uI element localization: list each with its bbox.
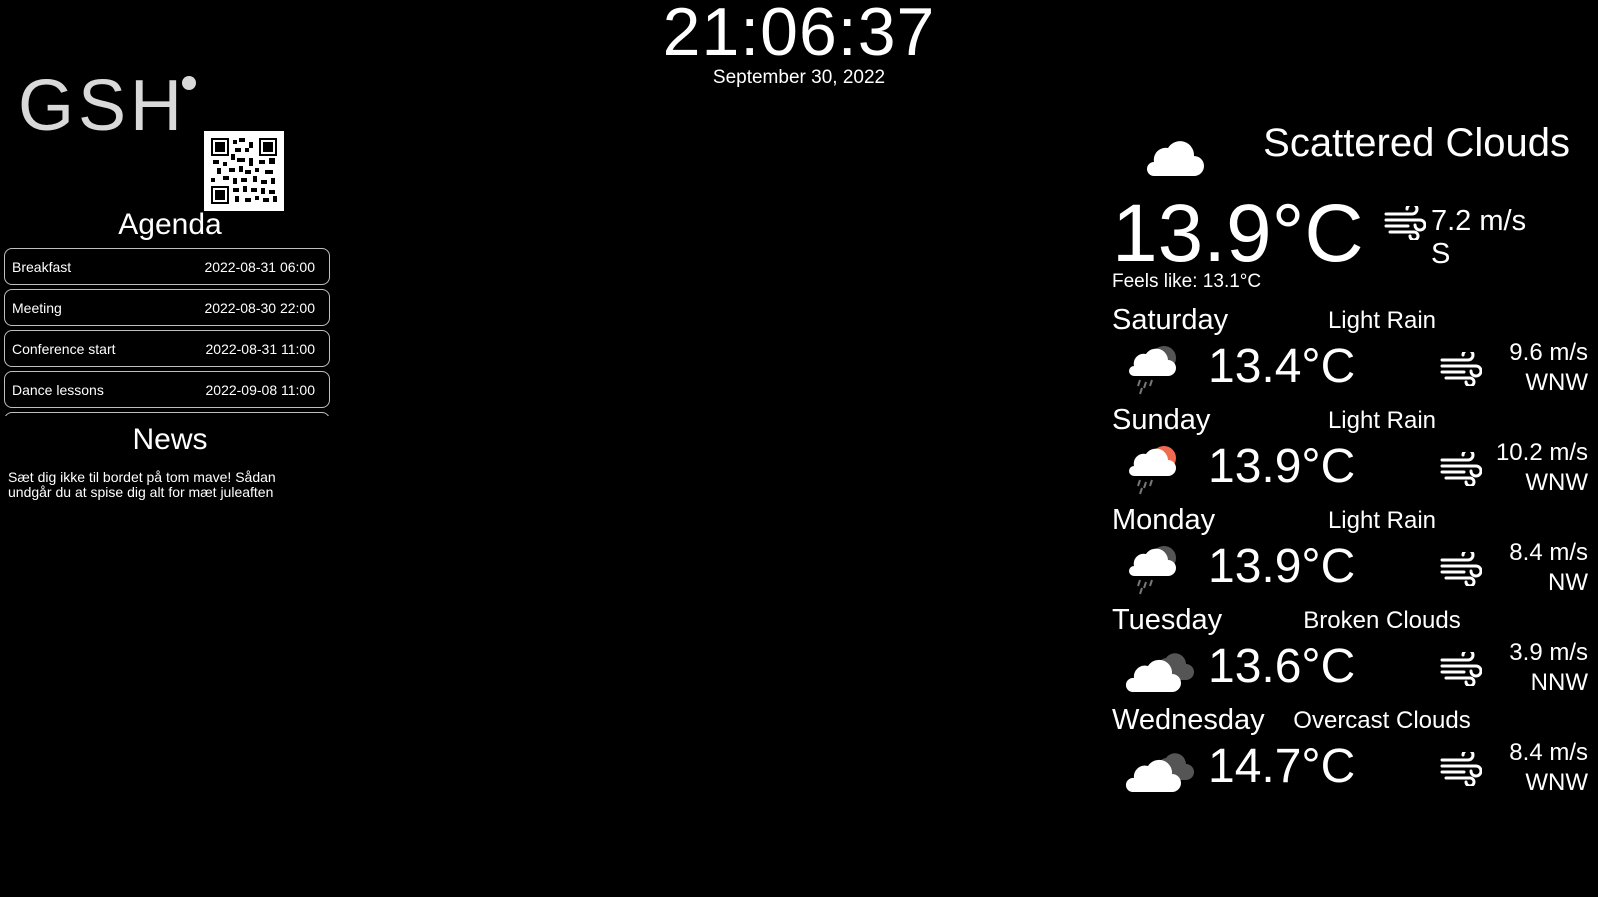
agenda-item-time: 2022-09-08 11:00 [205, 381, 316, 398]
agenda-item-time: 2022-08-31 06:00 [204, 258, 315, 275]
forecast-day-name: Wednesday [1112, 704, 1265, 736]
agenda-list[interactable]: Breakfast 2022-08-31 06:00 Meeting 2022-… [4, 248, 330, 416]
cloud-icon [1142, 134, 1206, 183]
qr-code[interactable] [204, 131, 284, 211]
current-wind-direction: S [1431, 238, 1451, 270]
current-wind: 7.2 m/s S [1431, 205, 1526, 271]
rain-night-icon [1124, 340, 1188, 401]
forecast-wind: 8.4 m/s WNW [1509, 738, 1588, 798]
logo-text: GSH [18, 66, 187, 146]
forecast-wind-direction: WNW [1525, 369, 1588, 396]
forecast-day: Monday Light Rain 13.9°C 8.4 m/s NW [1112, 504, 1598, 604]
agenda-item-partial [4, 412, 330, 416]
news-headline[interactable]: Sæt dig ikke til bordet på tom mave! Såd… [8, 470, 308, 500]
agenda-item-name: Dance lessons [12, 381, 104, 398]
feels-like: Feels like: 13.1°C [1112, 271, 1262, 292]
forecast-wind: 10.2 m/s WNW [1496, 438, 1588, 498]
broken-clouds-icon [1124, 640, 1196, 701]
overcast-clouds-icon [1124, 740, 1196, 801]
news-title: News [132, 423, 208, 456]
forecast-temperature: 14.7°C [1208, 740, 1356, 793]
forecast-wind-direction: NW [1548, 569, 1588, 596]
agenda-item[interactable]: Meeting 2022-08-30 22:00 [4, 289, 330, 326]
agenda-item-time: 2022-08-30 22:00 [204, 299, 315, 316]
forecast-day-name: Monday [1112, 504, 1216, 536]
forecast-wind: 3.9 m/s NNW [1509, 638, 1588, 698]
agenda-item-name: Meeting [12, 299, 62, 316]
forecast-description: Light Rain [1327, 507, 1437, 534]
current-description: Scattered Clouds [1263, 121, 1570, 165]
current-wind-speed: 7.2 m/s [1431, 205, 1527, 237]
agenda-item-name: Conference start [12, 340, 116, 357]
wind-icon [1440, 648, 1483, 691]
agenda-item-time: 2022-08-31 11:00 [205, 340, 316, 357]
agenda-item-name: Breakfast [12, 258, 72, 275]
forecast-day-name: Sunday [1112, 404, 1211, 436]
rain-night-icon [1124, 540, 1188, 601]
forecast-description: Light Rain [1327, 407, 1437, 434]
forecast-wind: 8.4 m/s NW [1509, 538, 1588, 598]
forecast-wind-speed: 9.6 m/s [1509, 339, 1588, 366]
forecast-temperature: 13.9°C [1208, 440, 1356, 493]
forecast-day: Saturday Light Rain 13.4°C 9.6 m/s WNW [1112, 304, 1598, 404]
agenda-item[interactable]: Dance lessons 2022-09-08 11:00 [4, 371, 330, 408]
forecast-wind-direction: WNW [1525, 769, 1588, 796]
forecast-wind: 9.6 m/s WNW [1509, 338, 1588, 398]
forecast-wind-speed: 10.2 m/s [1495, 439, 1588, 466]
agenda-item[interactable]: Breakfast 2022-08-31 06:00 [4, 248, 330, 285]
forecast-wind-direction: NNW [1530, 669, 1588, 696]
wind-icon [1440, 448, 1483, 491]
forecast-day-name: Tuesday [1112, 604, 1223, 636]
forecast-wind-speed: 3.9 m/s [1509, 639, 1588, 666]
forecast-day-name: Saturday [1112, 304, 1229, 336]
agenda-item[interactable]: Conference start 2022-08-31 11:00 [4, 330, 330, 367]
forecast-description: Light Rain [1327, 307, 1437, 334]
forecast-wind-direction: WNW [1525, 469, 1588, 496]
forecast-temperature: 13.9°C [1208, 540, 1356, 593]
forecast-wind-speed: 8.4 m/s [1509, 739, 1588, 766]
logo-dot [182, 76, 196, 90]
weather-panel: Scattered Clouds 13.9°C 7.2 m/s S Feels … [1112, 0, 1598, 897]
wind-icon [1440, 748, 1483, 791]
rain-sun-icon [1124, 440, 1188, 501]
wind-icon [1384, 202, 1427, 245]
forecast-day: Sunday Light Rain 13.9°C 10.2 m/s WNW [1112, 404, 1598, 504]
forecast-temperature: 13.6°C [1208, 640, 1356, 693]
qr-code-image [211, 138, 277, 204]
forecast-day: Tuesday Broken Clouds 13.6°C 3.9 m/s NNW [1112, 604, 1598, 704]
current-temperature: 13.9°C [1112, 188, 1364, 279]
forecast-description: Overcast Clouds [1293, 707, 1471, 734]
wind-icon [1440, 348, 1483, 391]
forecast-wind-speed: 8.4 m/s [1509, 539, 1588, 566]
forecast-temperature: 13.4°C [1208, 340, 1356, 393]
agenda-title: Agenda [118, 208, 222, 241]
wind-icon [1440, 548, 1483, 591]
forecast-day: Wednesday Overcast Clouds 14.7°C 8.4 m/s… [1112, 704, 1598, 804]
forecast-description: Broken Clouds [1303, 607, 1461, 634]
logo: GSH [18, 70, 196, 142]
left-panel: GSH Agenda Breakfast 2022-08-31 06:00 Me… [0, 0, 340, 897]
